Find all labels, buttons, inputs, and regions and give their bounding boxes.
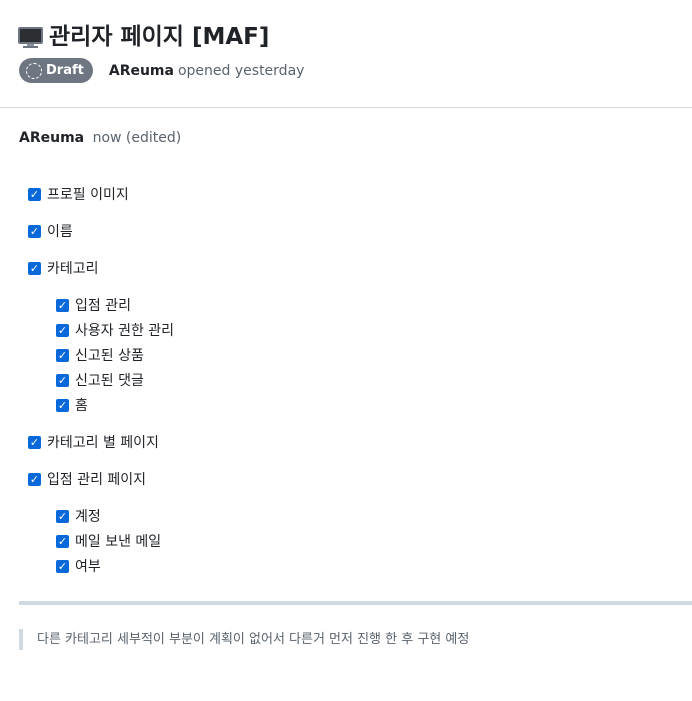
desktop-computer-icon [18, 25, 43, 49]
comment-header: AReuma now (edited) [19, 130, 181, 146]
task-checkbox[interactable]: ✓ [28, 435, 41, 449]
task-label: 카테고리 [47, 261, 99, 277]
task-label: 프로필 이미지 [47, 187, 129, 203]
task-item: ✓ 신고된 댓글 [56, 370, 144, 390]
task-label: 입점 관리 페이지 [47, 472, 147, 488]
task-checkbox[interactable]: ✓ [28, 472, 41, 486]
task-checkbox[interactable]: ✓ [56, 323, 69, 337]
task-item: ✓ 프로필 이미지 [28, 184, 129, 204]
task-checkbox[interactable]: ✓ [56, 559, 69, 573]
comment-timestamp[interactable]: now (edited) [93, 130, 182, 146]
page-title: 관리자 페이지 [MAF] [18, 22, 269, 52]
task-label: 여부 [75, 559, 101, 575]
task-item: ✓ 이름 [28, 221, 73, 241]
opened-text: opened yesterday [177, 62, 305, 79]
task-checkbox[interactable]: ✓ [28, 187, 41, 201]
task-label: 사용자 권한 관리 [75, 323, 175, 339]
header-divider [0, 107, 692, 108]
task-label: 홈 [75, 398, 88, 414]
task-item: ✓ 입점 관리 [56, 295, 131, 315]
task-label: 이름 [47, 224, 73, 240]
task-checkbox[interactable]: ✓ [56, 509, 69, 523]
draft-icon [26, 62, 42, 79]
status-badge: Draft [19, 58, 93, 83]
task-item: ✓ 사용자 권한 관리 [56, 320, 174, 340]
task-label: 카테고리 별 페이지 [47, 435, 159, 451]
task-checkbox[interactable]: ✓ [56, 398, 69, 412]
author-link[interactable]: AReuma [109, 63, 174, 79]
task-item: ✓ 계정 [56, 506, 101, 526]
pr-meta: Draft AReuma opened yesterday [19, 58, 304, 83]
task-item: ✓ 카테고리 별 페이지 [28, 432, 159, 452]
task-checkbox[interactable]: ✓ [56, 534, 69, 548]
task-label: 입점 관리 [75, 298, 131, 314]
task-label: 계정 [75, 509, 101, 525]
page-title-text: 관리자 페이지 [MAF] [49, 24, 270, 50]
blockquote: 다른 카테고리 세부적이 부분이 계획이 없어서 다른거 먼저 진행 한 후 구… [19, 629, 469, 650]
comment-author-link[interactable]: AReuma [19, 130, 84, 146]
task-item: ✓ 메일 보낸 메일 [56, 531, 161, 551]
task-checkbox[interactable]: ✓ [56, 348, 69, 362]
task-item: ✓ 홈 [56, 395, 88, 415]
task-item: ✓ 신고된 상품 [56, 345, 144, 365]
task-checkbox[interactable]: ✓ [56, 298, 69, 312]
task-label: 신고된 상품 [75, 348, 144, 364]
task-label: 신고된 댓글 [75, 373, 144, 389]
task-item: ✓ 카테고리 [28, 258, 99, 278]
horizontal-rule [19, 601, 692, 605]
task-checkbox[interactable]: ✓ [28, 224, 41, 238]
task-item: ✓ 입점 관리 페이지 [28, 469, 146, 489]
status-badge-label: Draft [46, 63, 84, 78]
task-item: ✓ 여부 [56, 556, 101, 576]
task-checkbox[interactable]: ✓ [28, 261, 41, 275]
task-label: 메일 보낸 메일 [75, 534, 162, 550]
task-checkbox[interactable]: ✓ [56, 373, 69, 387]
